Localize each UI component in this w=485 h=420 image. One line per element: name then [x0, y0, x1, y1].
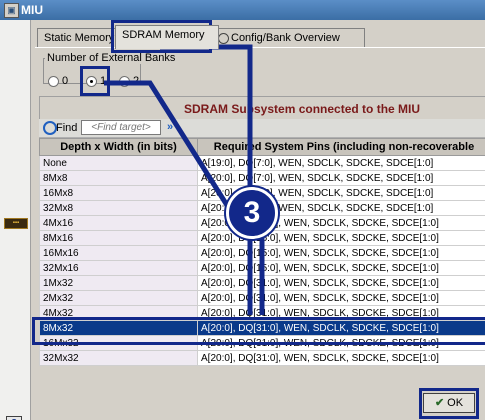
table-row[interactable]: 1Mx32 A[20:0], DQ[31:0], WEN, SDCLK, SDCK… [39, 275, 485, 291]
table-header-row: Depth x Width (in bits) Required System … [39, 138, 485, 156]
bank-radio-2[interactable]: 2 [119, 75, 139, 87]
cell-depth-width: 16Mx16 [39, 245, 198, 261]
cell-required-pins: A[20:0], DQ[31:0], WEN, SDCLK, SDCKE, SD… [197, 290, 485, 306]
tab-config-bank-overview[interactable]: Config/Bank Overview [211, 28, 365, 47]
table-body: None A[19:0], DQ[7:0], WEN, SDCLK, SDCKE,… [39, 155, 485, 366]
table-row[interactable]: 4Mx32 A[20:0], DQ[31:0], WEN, SDCLK, SDCK… [39, 305, 485, 321]
table-row[interactable]: 32Mx32 A[20:0], DQ[31:0], WEN, SDCLK, SDC… [39, 350, 485, 366]
table-row[interactable]: 8Mx32 A[20:0], DQ[31:0], WEN, SDCLK, SDCK… [39, 320, 485, 336]
button-bar: ✔ OK [31, 390, 485, 420]
sdram-table: Depth x Width (in bits) Required System … [39, 138, 485, 366]
tab-static-memory[interactable]: Static Memory [37, 28, 123, 47]
cell-depth-width: 16Mx32 [39, 335, 198, 351]
table-row[interactable]: 32Mx16 A[20:0], DQ[15:0], WEN, SDCLK, SDC… [39, 260, 485, 276]
check-icon: ✔ [434, 397, 445, 409]
find-next-icon[interactable]: » [167, 121, 173, 133]
cell-depth-width: 32Mx8 [39, 200, 198, 216]
cell-depth-width: 2Mx32 [39, 290, 198, 306]
cell-depth-width: 8Mx32 [39, 320, 198, 336]
external-banks-label: Number of External Banks [45, 52, 178, 64]
cell-required-pins: A[20:0], DQ[31:0], WEN, SDCLK, SDCKE, SD… [197, 350, 485, 366]
column-header-depth-width[interactable]: Depth x Width (in bits) [39, 138, 198, 156]
table-row[interactable]: 16Mx16 A[20:0], DQ[15:0], WEN, SDCLK, SDC… [39, 245, 485, 261]
find-bar: Find » [39, 119, 485, 138]
miu-window: ▣ MIU ▪▪▪ ? Static Memory SDRAM Memory C… [0, 0, 485, 420]
bank-radio-1[interactable]: 1 [86, 75, 106, 87]
window-title: MIU [21, 3, 43, 17]
cell-required-pins: A[20:0], DQ[15:0], WEN, SDCLK, SDCKE, SD… [197, 245, 485, 261]
cell-required-pins: A[20:0], DQ[15:0], WEN, SDCLK, SDCKE, SD… [197, 260, 485, 276]
cell-depth-width: 32Mx16 [39, 260, 198, 276]
table-row[interactable]: 2Mx32 A[20:0], DQ[31:0], WEN, SDCLK, SDCK… [39, 290, 485, 306]
subsystem-header: SDRAM Subsystem connected to the MIU [39, 96, 485, 120]
step-number-badge: 3 [226, 187, 278, 239]
cell-required-pins: A[20:0], DQ[31:0], WEN, SDCLK, SDCKE, SD… [197, 320, 485, 336]
cell-depth-width: None [39, 155, 198, 171]
cell-depth-width: 32Mx32 [39, 350, 198, 366]
gear-icon [218, 32, 229, 44]
cell-required-pins: A[20:0], DQ[31:0], WEN, SDCLK, SDCKE, SD… [197, 275, 485, 291]
cell-depth-width: 1Mx32 [39, 275, 198, 291]
search-icon [43, 121, 57, 135]
column-header-required-pins[interactable]: Required System Pins (including non-reco… [197, 138, 485, 156]
ok-button[interactable]: ✔ OK [423, 393, 475, 413]
app-icon: ▣ [4, 3, 19, 18]
tab-config-bank-overview-label: Config/Bank Overview [231, 32, 340, 44]
cell-depth-width: 8Mx8 [39, 170, 198, 186]
cell-required-pins: A[19:0], DQ[7:0], WEN, SDCLK, SDCKE, SDC… [197, 155, 485, 171]
find-input[interactable] [81, 120, 161, 135]
cell-depth-width: 4Mx32 [39, 305, 198, 321]
table-row[interactable]: 16Mx32 A[20:0], DQ[31:0], WEN, SDCLK, SDC… [39, 335, 485, 351]
cell-depth-width: 16Mx8 [39, 185, 198, 201]
cell-depth-width: 8Mx16 [39, 230, 198, 246]
cell-required-pins: A[20:0], DQ[31:0], WEN, SDCLK, SDCKE, SD… [197, 335, 485, 351]
cell-required-pins: A[20:0], DQ[31:0], WEN, SDCLK, SDCKE, SD… [197, 305, 485, 321]
help-icon[interactable]: ? [6, 416, 22, 420]
cell-required-pins: A[20:0], DQ[7:0], WEN, SDCLK, SDCKE, SDC… [197, 170, 485, 186]
chip-icon: ▪▪▪ [4, 218, 28, 229]
table-row[interactable]: None A[19:0], DQ[7:0], WEN, SDCLK, SDCKE,… [39, 155, 485, 171]
tab-sdram-memory[interactable]: SDRAM Memory [115, 25, 219, 49]
find-label: Find [56, 122, 78, 134]
title-bar: ▣ MIU [0, 0, 485, 21]
bank-radio-0[interactable]: 0 [48, 75, 68, 87]
subsystem-title: SDRAM Subsystem connected to the MIU [184, 102, 421, 116]
cell-depth-width: 4Mx16 [39, 215, 198, 231]
table-row[interactable]: 8Mx8 A[20:0], DQ[7:0], WEN, SDCLK, SDCKE,… [39, 170, 485, 186]
left-sidebar: ▪▪▪ ? [0, 20, 31, 420]
